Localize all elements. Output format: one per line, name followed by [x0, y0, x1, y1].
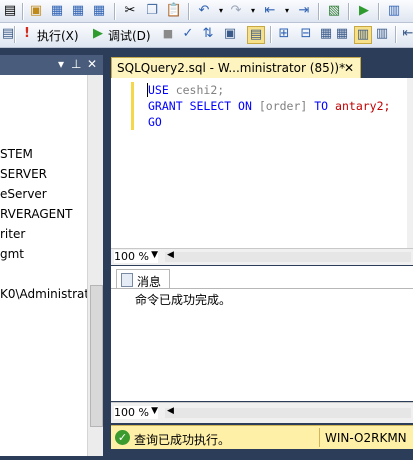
keyword: TO	[314, 99, 329, 113]
navigate-forward-icon[interactable]: ⇥	[296, 3, 312, 19]
toolbar-separator	[188, 3, 190, 20]
query-designer-icon[interactable]: ▣	[222, 26, 238, 42]
tree-item[interactable]: RVERAGENT	[0, 207, 73, 221]
close-icon[interactable]: ✕	[87, 57, 97, 71]
dmx-query-icon[interactable]: ▦	[70, 3, 86, 19]
keyword: GRANT	[148, 99, 183, 113]
results-to-file-icon[interactable]: ▦	[334, 26, 350, 42]
execute-button[interactable]: 执行(X)	[37, 27, 79, 44]
results-zoom-select[interactable]: 100 % ▼	[114, 406, 158, 419]
user-name: antary2;	[335, 99, 391, 113]
query-status-bar: ✓ 查询已成功执行。 WIN-O2RKMN	[111, 425, 413, 449]
toolbar-separator	[348, 3, 350, 20]
keyword: GO	[148, 115, 162, 129]
message-text: 命令已成功完成。	[135, 293, 232, 307]
scroll-left-icon[interactable]: ◀	[167, 406, 174, 416]
cancel-query-icon[interactable]: ■	[160, 26, 176, 42]
zoom-value: 100 %	[114, 250, 149, 263]
activity-monitor-icon[interactable]: ▧	[326, 3, 342, 19]
toolbar-separator	[270, 26, 272, 43]
zoom-value: 100 %	[114, 406, 149, 419]
toolbar-separator	[318, 3, 320, 20]
server-name: WIN-O2RKMN	[325, 431, 407, 445]
object-explorer-panel: ▾ ⊥ ✕ STEM SERVER eServer RVERAGENT rite…	[0, 55, 103, 456]
results-zoom-bar: 100 % ▼ ◀	[111, 402, 413, 423]
scroll-left-icon[interactable]: ◀	[167, 250, 174, 260]
object-explorer-header: ▾ ⊥ ✕	[0, 55, 103, 75]
undo-dropdown-icon[interactable]: ▾	[213, 3, 229, 19]
results-horizontal-scrollbar[interactable]: ◀	[165, 406, 411, 418]
debug-button[interactable]: 调试(D)	[108, 27, 151, 44]
tree-item[interactable]: K0\Administrato	[0, 287, 87, 301]
tree-item[interactable]: riter	[0, 227, 25, 241]
editor-zoom-bar: 100 % ▼ ◀	[111, 248, 413, 265]
editor-zoom-select[interactable]: 100 % ▼	[114, 250, 158, 263]
mdx-query-icon[interactable]: ▦	[49, 3, 65, 19]
keyword: USE	[148, 83, 169, 97]
code-line-1[interactable]: USE ceshi2;	[148, 83, 224, 97]
include-plan-icon[interactable]: ⊞	[276, 26, 292, 42]
toolbar-separator	[22, 3, 24, 20]
uncomment-icon[interactable]: ▥	[374, 26, 390, 42]
cut-icon[interactable]: ✂	[122, 3, 138, 19]
client-statistics-icon[interactable]: ⊟	[298, 26, 314, 42]
undo-icon[interactable]: ↶	[196, 3, 212, 19]
vertical-scrollbar[interactable]	[87, 75, 103, 456]
tree-item[interactable]: gmt	[0, 247, 24, 261]
new-file-icon[interactable]: ▣	[28, 3, 44, 19]
toolbar-separator	[378, 3, 380, 20]
sql-editor-toolbar: ▤ ! 执行(X) ▶ 调试(D) ■ ✓ ⇅ ▣ ▤ ⊞ ⊟ ▦ ▦ ▥ ▥ …	[0, 23, 413, 48]
success-check-icon: ✓	[115, 430, 130, 445]
editor-horizontal-scrollbar[interactable]: ◀	[165, 250, 411, 262]
toolbar-separator	[114, 3, 116, 20]
code-line-2[interactable]: GRANT SELECT ON [order] TO antary2;	[148, 99, 390, 113]
results-to-text-icon[interactable]: ▦	[318, 26, 334, 42]
navigate-backward-icon[interactable]: ⇤	[262, 3, 278, 19]
redo-icon[interactable]: ↷	[228, 3, 244, 19]
new-query-icon[interactable]: ▤	[2, 3, 18, 19]
redo-dropdown-icon[interactable]: ▾	[245, 3, 261, 19]
keyword: ON	[238, 99, 252, 113]
table-name: [order]	[258, 99, 308, 113]
divider	[111, 288, 413, 289]
sql-editor[interactable]: USE ceshi2; GRANT SELECT ON [order] TO a…	[111, 78, 413, 248]
navigate-dropdown-icon[interactable]: ▾	[279, 3, 295, 19]
results-pane: 消息 命令已成功完成。	[111, 266, 413, 401]
parse-icon[interactable]: ✓	[180, 26, 196, 42]
query-document-tab[interactable]: SQLQuery2.sql - W...ministrator (85))* ✕	[111, 57, 361, 79]
solution-explorer-icon[interactable]: ▥	[386, 3, 402, 19]
estimated-plan-icon[interactable]: ⇅	[200, 26, 216, 42]
tab-title: SQLQuery2.sql - W...ministrator (85))*	[117, 61, 346, 75]
toolbar-separator	[395, 26, 397, 43]
tree-item[interactable]: STEM	[0, 147, 33, 161]
tab-messages[interactable]: 消息	[116, 269, 170, 289]
pin-icon[interactable]: ⊥	[71, 57, 81, 71]
chevron-down-icon: ▼	[151, 406, 158, 416]
keyword: SELECT	[189, 99, 232, 113]
code-line-3[interactable]: GO	[148, 115, 162, 129]
messages-icon	[121, 273, 133, 287]
standard-toolbar: ▤ ▣ ▦ ▦ ▦ ✂ ❐ 📋 ↶ ▾ ↷ ▾ ⇤ ▾ ⇥ ▧ ▶ ▥	[0, 0, 413, 23]
paste-icon[interactable]: 📋	[166, 3, 182, 19]
dropdown-icon[interactable]: ▾	[58, 57, 64, 71]
results-to-grid-icon[interactable]: ▤	[247, 26, 265, 44]
decrease-indent-icon[interactable]: ⇤	[400, 26, 413, 42]
chevron-down-icon: ▼	[151, 250, 158, 260]
copy-icon[interactable]: ❐	[144, 3, 160, 19]
tree-item[interactable]: SERVER	[0, 167, 47, 181]
code-text: ceshi2;	[168, 83, 225, 97]
change-margin-bar	[131, 82, 134, 130]
scrollbar-thumb[interactable]	[90, 285, 103, 427]
debug-icon[interactable]: ▶	[90, 26, 106, 42]
status-text: 查询已成功执行。	[134, 433, 231, 447]
editor-vertical-scrollbar[interactable]	[407, 78, 413, 248]
toolbar-separator	[14, 26, 16, 43]
comment-out-icon[interactable]: ▥	[354, 26, 372, 44]
start-icon[interactable]: ▶	[356, 3, 372, 19]
divider	[319, 428, 320, 447]
close-tab-icon[interactable]: ✕	[344, 61, 354, 75]
tree-item[interactable]: eServer	[0, 187, 47, 201]
xmla-query-icon[interactable]: ▦	[91, 3, 107, 19]
execute-icon[interactable]: !	[19, 26, 35, 42]
